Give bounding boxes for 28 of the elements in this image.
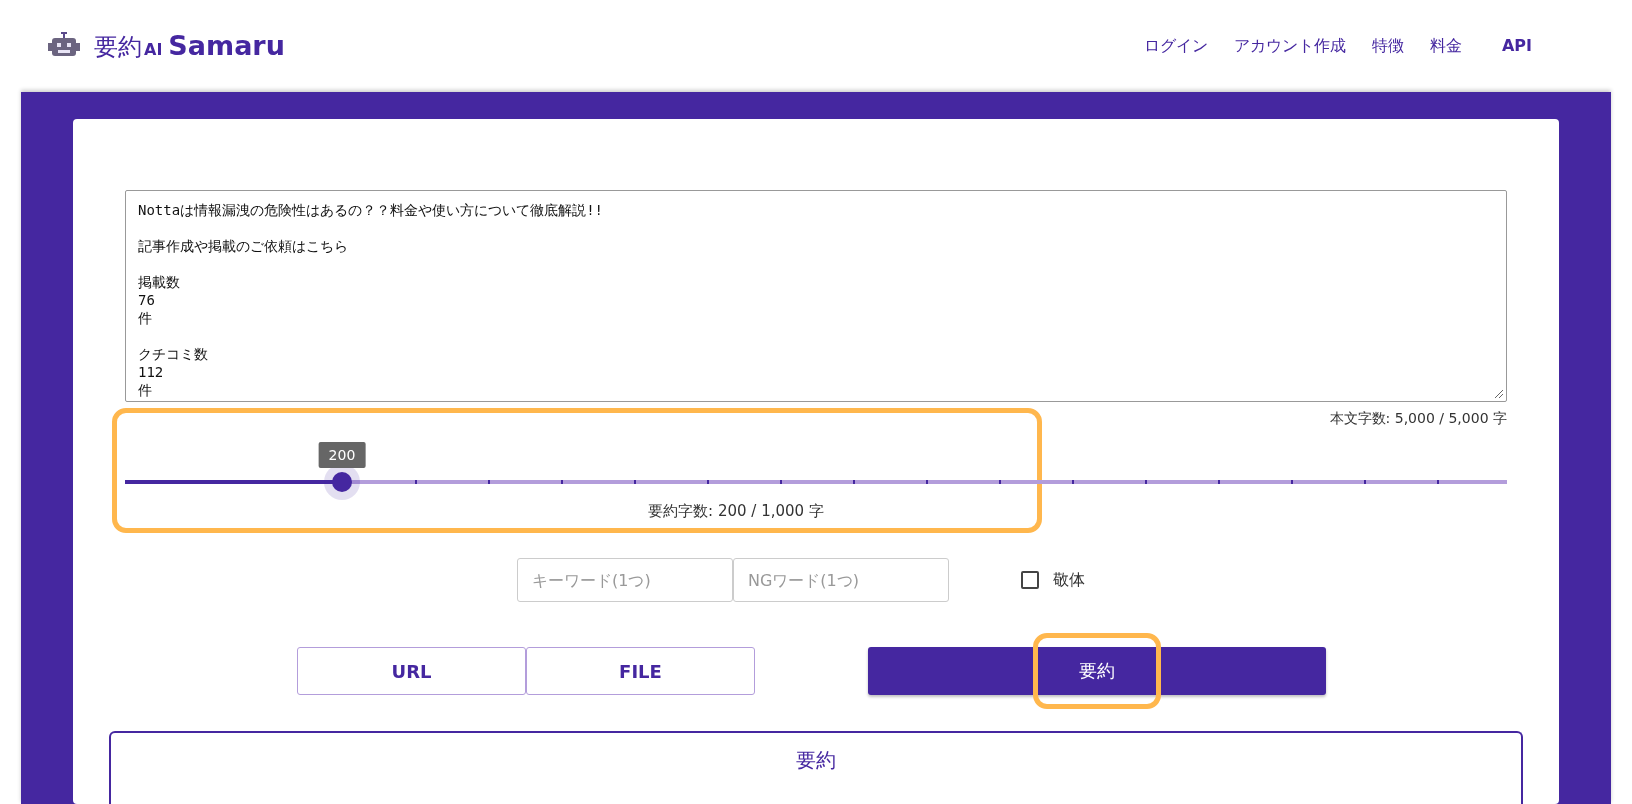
checkbox-label: 敬体 — [1053, 569, 1085, 591]
panel-title: 要約 — [795, 747, 837, 774]
nav-link[interactable]: ログイン — [1143, 35, 1208, 57]
text-line: Nottaは情報漏洩の危険性はあるの？？料金や使い方について徹底解説!! — [138, 201, 603, 219]
nav-link[interactable]: 料金 — [1429, 35, 1462, 57]
text-line: 掲載数 — [138, 273, 180, 291]
text-line: 件 — [138, 309, 152, 327]
text-line: 112 — [138, 363, 164, 381]
nav-link[interactable]: アカウント作成 — [1233, 35, 1346, 57]
source-button[interactable]: URL — [297, 647, 526, 695]
text-line: 76 — [138, 291, 155, 309]
char-counter: 本文字数: 5,000 / 5,000 字 — [1328, 410, 1507, 428]
nav-link[interactable]: API — [1501, 35, 1532, 57]
logo-text: 要約AI Samaru — [94, 29, 285, 63]
text-input-area[interactable]: Nottaは情報漏洩の危険性はあるの？？料金や使い方について徹底解説!! 記事作成や掲載のご依頼はこちら 掲載数 76 件 クチコミ数 112 件 — [125, 190, 1507, 402]
nav-link[interactable]: 特徴 — [1371, 35, 1404, 57]
text-line: 記事作成や掲載のご依頼はこちら — [138, 237, 348, 255]
text-line: 件 — [138, 381, 152, 399]
source-button[interactable]: FILE — [526, 647, 755, 695]
keyword-field[interactable]: キーワード(1つ) — [517, 558, 733, 602]
ng-word-field[interactable]: NGワード(1つ) — [733, 558, 949, 602]
slider-thumb[interactable] — [331, 472, 352, 492]
summary-length-label: 要約字数: 200 / 1,000 字 — [647, 502, 825, 521]
summarize-button[interactable]: 要約 — [868, 647, 1326, 695]
checkbox[interactable] — [1021, 571, 1039, 589]
value-tooltip: 200 — [318, 442, 366, 468]
resize-grip-icon — [1494, 389, 1504, 399]
text-line: クチコミ数 — [138, 345, 208, 363]
